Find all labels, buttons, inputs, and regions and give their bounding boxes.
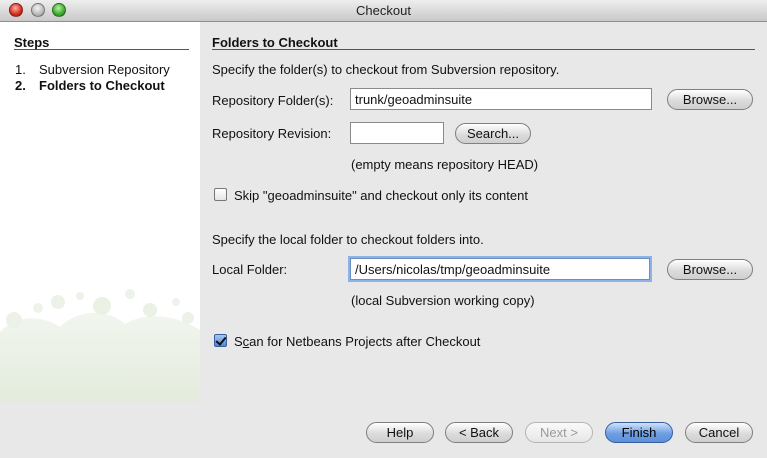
scan-projects-label[interactable]: Scan for Netbeans Projects after Checkou… [234,334,480,349]
panel-divider [212,49,755,50]
local-folder-intro-text: Specify the local folder to checkout fol… [212,232,484,247]
step-number: 1. [15,62,26,77]
step-item-subversion-repository: 1. Subversion Repository [15,62,170,77]
local-folder-input[interactable]: /Users/nicolas/tmp/geoadminsuite [350,258,650,280]
step-item-folders-to-checkout: 2. Folders to Checkout [15,78,165,93]
panel-heading: Folders to Checkout [212,35,338,50]
skip-folder-checkbox[interactable] [214,188,227,201]
browse-local-folder-button[interactable]: Browse... [667,259,753,280]
browse-repository-button[interactable]: Browse... [667,89,753,110]
search-revision-button[interactable]: Search... [455,123,531,144]
repository-revision-input[interactable] [350,122,444,144]
repository-intro-text: Specify the folder(s) to checkout from S… [212,62,560,77]
scan-projects-checkbox[interactable] [214,334,227,347]
folders-panel: Folders to Checkout Specify the folder(s… [200,22,767,402]
local-folder-hint-text: (local Subversion working copy) [351,293,535,308]
finish-button[interactable]: Finish [605,422,673,443]
revision-hint-text: (empty means repository HEAD) [351,157,539,172]
repository-folder-input[interactable]: trunk/geoadminsuite [350,88,652,110]
title-bar: Checkout [0,0,767,22]
step-label: Folders to Checkout [39,78,165,93]
repository-revision-label: Repository Revision: [212,126,332,141]
steps-panel: Steps 1. Subversion Repository 2. Folders … [0,22,200,402]
button-bar: Help < Back Next > Finish Cancel [0,402,767,458]
window-title: Checkout [356,3,411,18]
repository-folder-label: Repository Folder(s): [212,93,334,108]
steps-divider [14,49,189,50]
local-folder-label: Local Folder: [212,262,288,277]
next-button[interactable]: Next > [525,422,593,443]
cancel-button[interactable]: Cancel [685,422,753,443]
step-label: Subversion Repository [39,62,170,77]
help-button[interactable]: Help [366,422,434,443]
decorative-bubbles-graphic [0,289,200,402]
steps-heading: Steps [14,35,50,50]
skip-folder-label[interactable]: Skip "geoadminsuite" and checkout only i… [234,188,528,203]
step-number: 2. [15,78,26,93]
back-button[interactable]: < Back [445,422,513,443]
